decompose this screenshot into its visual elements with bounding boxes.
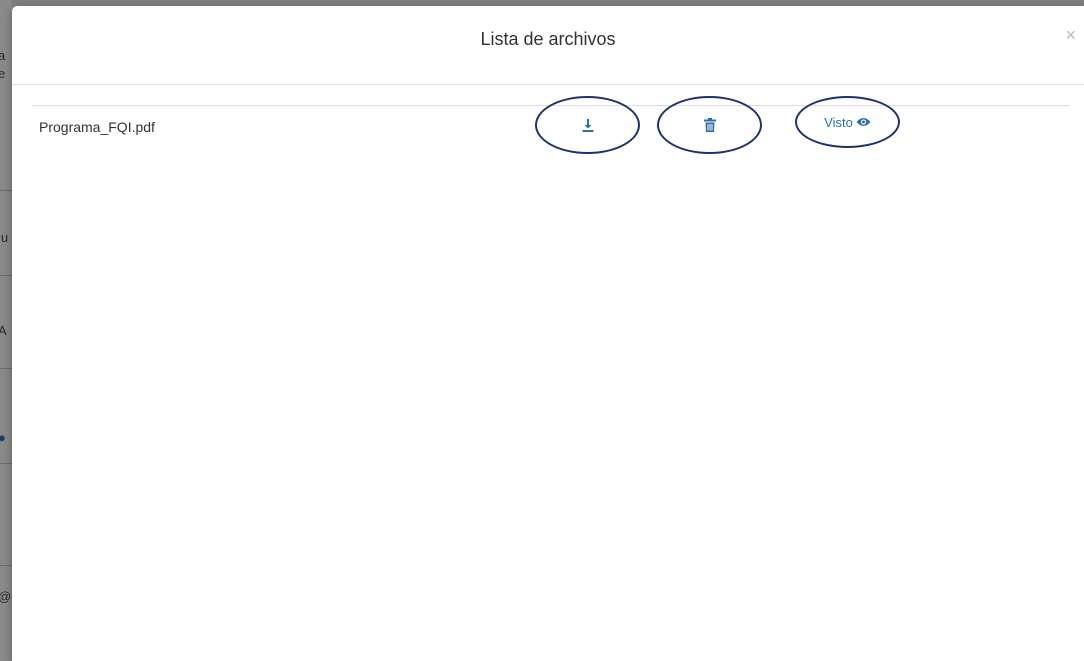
- background-divider: [0, 368, 12, 369]
- close-button[interactable]: ×: [1065, 26, 1076, 44]
- background-divider: [0, 463, 12, 464]
- eye-icon: [856, 117, 871, 127]
- background-text-fragment: @: [0, 589, 11, 604]
- file-table: Programa_FQI.pdf Visto: [32, 96, 1070, 154]
- background-text-fragment: A: [0, 323, 7, 338]
- modal-title: Lista de archivos: [480, 29, 616, 49]
- file-row: Programa_FQI.pdf Visto: [32, 96, 1070, 154]
- visto-button[interactable]: Visto: [795, 96, 900, 148]
- background-divider: [0, 275, 12, 276]
- background-text-fragment: e: [0, 66, 6, 81]
- modal-header: Lista de archivos ×: [12, 6, 1084, 85]
- background-text-fragment: a: [0, 48, 6, 63]
- visto-label: Visto: [824, 114, 853, 130]
- background-divider: [0, 565, 12, 566]
- download-button[interactable]: [535, 96, 640, 154]
- background-text-fragment: lu: [0, 230, 9, 245]
- download-icon: [582, 118, 594, 132]
- file-list-modal: Lista de archivos × Programa_FQI.pdf Vis…: [12, 6, 1084, 661]
- background-icon-fragment: ●: [0, 430, 6, 445]
- file-name: Programa_FQI.pdf: [39, 119, 155, 135]
- trash-icon: [703, 118, 716, 132]
- delete-button[interactable]: [657, 96, 762, 154]
- background-divider: [0, 190, 12, 191]
- background-page: a e lu A ● @: [0, 0, 12, 661]
